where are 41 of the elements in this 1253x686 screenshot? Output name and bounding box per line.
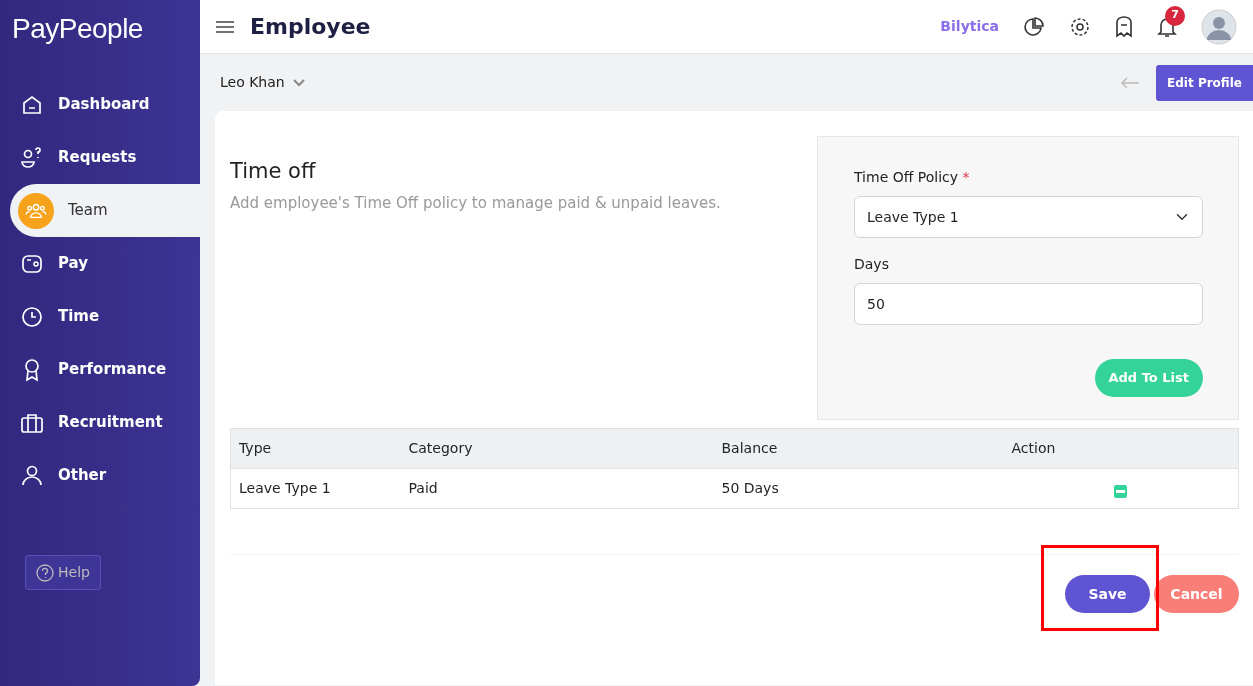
group-icon bbox=[18, 192, 54, 229]
logo[interactable]: PayPeople bbox=[0, 0, 200, 54]
settings-icon[interactable] bbox=[1069, 15, 1091, 38]
menu-icon[interactable] bbox=[216, 20, 234, 33]
notification-count: 7 bbox=[1165, 5, 1185, 26]
clock-icon bbox=[20, 304, 44, 329]
sidebar-item[interactable]: Team bbox=[10, 184, 200, 237]
help-icon bbox=[36, 563, 54, 582]
person-icon bbox=[20, 463, 44, 488]
person-question-icon bbox=[20, 145, 44, 170]
pie-chart-icon[interactable] bbox=[1023, 15, 1045, 38]
field-label: Days bbox=[854, 255, 889, 274]
avatar-icon[interactable] bbox=[1201, 8, 1237, 45]
page-title: Employee bbox=[250, 13, 371, 41]
bookmark-icon[interactable] bbox=[1115, 15, 1133, 38]
help-button[interactable]: Help bbox=[25, 555, 101, 590]
save-button[interactable]: Save bbox=[1065, 575, 1150, 613]
field-label: Time Off Policy bbox=[854, 169, 959, 185]
chevron-down-icon bbox=[292, 78, 305, 87]
days-field[interactable]: 50 bbox=[854, 283, 1203, 325]
column-header: Action bbox=[1011, 440, 1056, 456]
sidebar-item[interactable]: Dashboard bbox=[0, 78, 200, 131]
table-cell: 50 Days bbox=[721, 480, 779, 496]
edit-profile-button[interactable]: Edit Profile bbox=[1156, 64, 1253, 101]
section-title: Time off bbox=[230, 158, 317, 185]
table-cell: Paid bbox=[408, 480, 438, 496]
sidebar-item[interactable]: Time bbox=[0, 290, 200, 343]
sidebar-item[interactable]: Recruitment bbox=[0, 396, 200, 449]
column-header: Type bbox=[239, 440, 272, 456]
brand-link[interactable]: Bilytica bbox=[940, 16, 999, 37]
section-description: Add employee's Time Off policy to manage paid & unpaid leaves. bbox=[230, 192, 722, 214]
required-mark: * bbox=[962, 169, 970, 185]
column-header: Balance bbox=[721, 440, 778, 456]
sidebar-item[interactable]: Requests bbox=[0, 131, 200, 184]
sidebar-item[interactable]: Performance bbox=[0, 343, 200, 396]
employee-selector[interactable]: Leo Khan bbox=[220, 72, 305, 93]
table-cell: Leave Type 1 bbox=[239, 480, 331, 496]
policy-select[interactable]: Leave Type 1 bbox=[854, 196, 1203, 238]
sidebar-item[interactable]: Other bbox=[0, 449, 200, 502]
sidebar-item[interactable]: Pay bbox=[0, 237, 200, 290]
column-header: Category bbox=[408, 440, 473, 456]
